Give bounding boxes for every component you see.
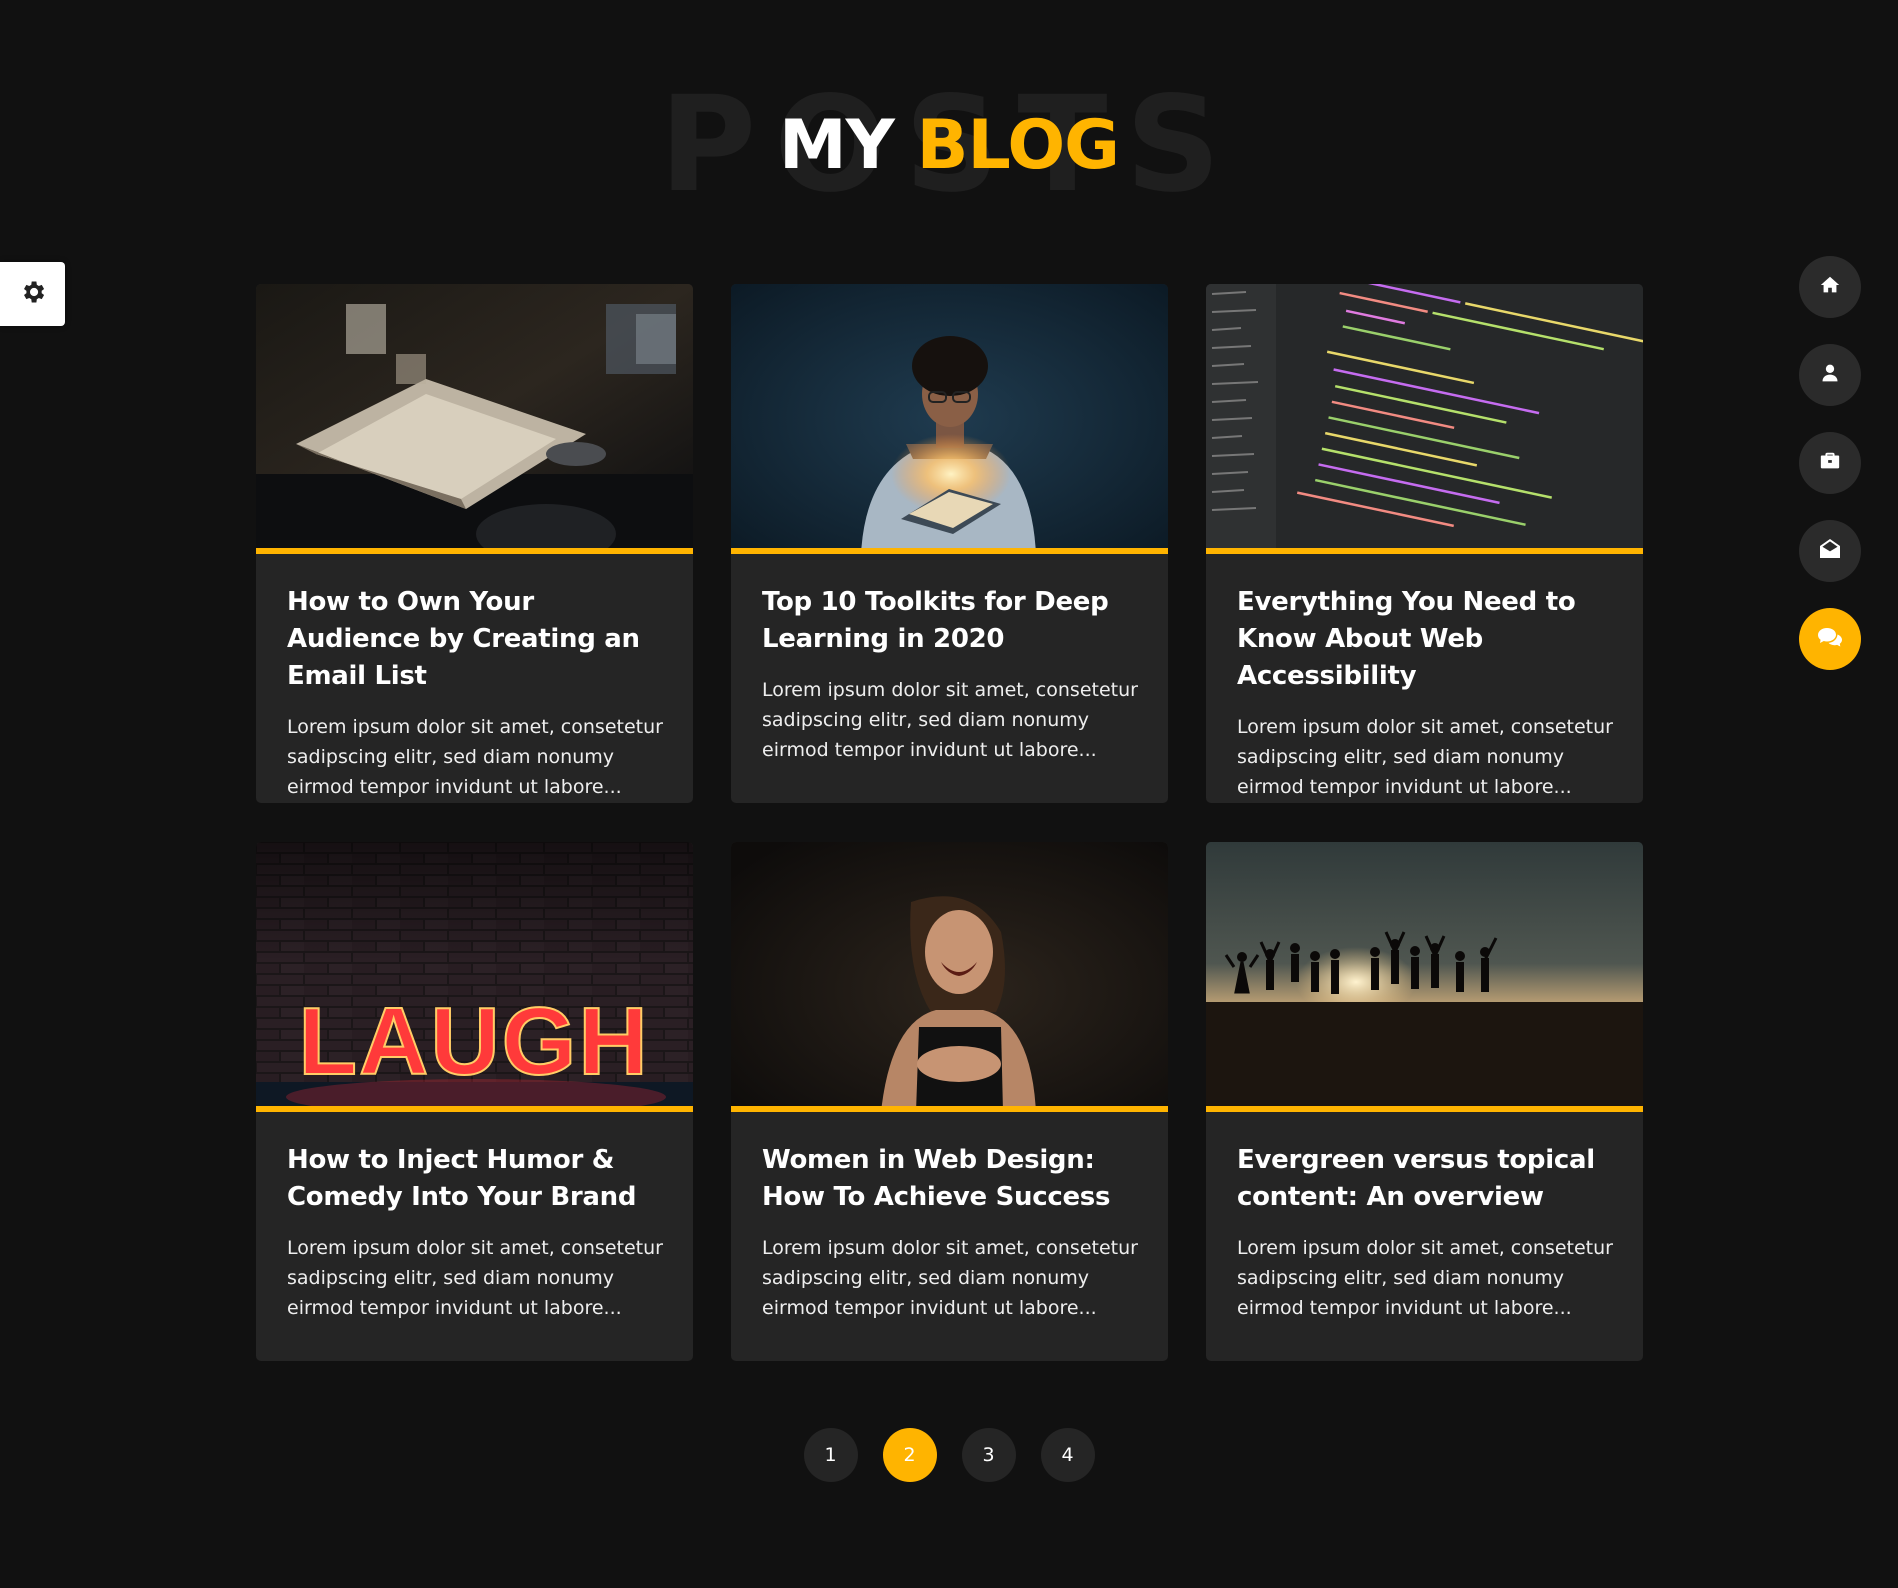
card-body: Evergreen versus topical content: An ove… (1206, 1112, 1643, 1323)
title-part-my: MY (779, 106, 895, 185)
comments-icon (1817, 625, 1843, 653)
envelope-open-icon (1818, 537, 1842, 565)
nav-home-button[interactable] (1799, 256, 1861, 318)
page-link-1[interactable]: 1 (803, 1428, 858, 1482)
post-title[interactable]: Evergreen versus topical content: An ove… (1237, 1142, 1613, 1216)
post-image-desk-notebook[interactable] (256, 284, 693, 554)
title-part-blog: BLOG (916, 106, 1120, 185)
page-header: POSTS MY BLOG (0, 79, 1898, 211)
briefcase-icon (1818, 450, 1842, 476)
nav-blog-button[interactable] (1799, 608, 1861, 670)
card-body: Women in Web Design: How To Achieve Succ… (731, 1112, 1168, 1323)
blog-grid: How to Own Your Audience by Creating an … (256, 284, 1643, 1361)
post-excerpt: Lorem ipsum dolor sit amet, consetetur s… (1237, 1237, 1613, 1319)
page-link-4[interactable]: 4 (1040, 1428, 1095, 1482)
blog-card[interactable]: How to Own Your Audience by Creating an … (256, 284, 693, 803)
settings-button[interactable] (0, 262, 65, 326)
post-excerpt: Lorem ipsum dolor sit amet, consetetur s… (762, 1237, 1138, 1319)
side-navigation (1799, 256, 1861, 696)
blog-card[interactable]: Women in Web Design: How To Achieve Succ… (731, 842, 1168, 1361)
card-body: How to Own Your Audience by Creating an … (256, 554, 693, 802)
pagination: 1 2 3 4 (0, 1428, 1898, 1482)
post-image-sunset-jumping[interactable] (1206, 842, 1643, 1112)
post-image-laugh-neon[interactable]: LAUGH (256, 842, 693, 1112)
post-title[interactable]: How to Inject Humor & Comedy Into Your B… (287, 1142, 663, 1216)
card-body: Top 10 Toolkits for Deep Learning in 202… (731, 554, 1168, 765)
nav-about-button[interactable] (1799, 344, 1861, 406)
home-icon (1819, 274, 1841, 300)
nav-contact-button[interactable] (1799, 520, 1861, 582)
post-excerpt: Lorem ipsum dolor sit amet, consetetur s… (287, 1237, 663, 1319)
page-title: MY BLOG (0, 106, 1898, 186)
post-title[interactable]: Top 10 Toolkits for Deep Learning in 202… (762, 584, 1138, 658)
post-image-laughing-woman[interactable] (731, 842, 1168, 1112)
page-link-2-current[interactable]: 2 (882, 1428, 937, 1482)
post-excerpt: Lorem ipsum dolor sit amet, consetetur s… (1237, 716, 1613, 798)
blog-card[interactable]: Everything You Need to Know About Web Ac… (1206, 284, 1643, 803)
blog-card[interactable]: LAUGH How to Inject Humor & Comedy Into … (256, 842, 693, 1361)
user-icon (1820, 362, 1840, 388)
page-link-3[interactable]: 3 (961, 1428, 1016, 1482)
post-excerpt: Lorem ipsum dolor sit amet, consetetur s… (762, 679, 1138, 761)
gear-icon (19, 278, 47, 310)
laugh-neon-sign: LAUGH (298, 988, 649, 1095)
post-image-reading-man[interactable] (731, 284, 1168, 554)
blog-card[interactable]: Top 10 Toolkits for Deep Learning in 202… (731, 284, 1168, 803)
post-title[interactable]: Women in Web Design: How To Achieve Succ… (762, 1142, 1138, 1216)
blog-card[interactable]: Evergreen versus topical content: An ove… (1206, 842, 1643, 1361)
nav-portfolio-button[interactable] (1799, 432, 1861, 494)
post-excerpt: Lorem ipsum dolor sit amet, consetetur s… (287, 716, 663, 798)
post-title[interactable]: How to Own Your Audience by Creating an … (287, 584, 663, 695)
card-body: How to Inject Humor & Comedy Into Your B… (256, 1112, 693, 1323)
card-body: Everything You Need to Know About Web Ac… (1206, 554, 1643, 802)
post-title[interactable]: Everything You Need to Know About Web Ac… (1237, 584, 1613, 695)
post-image-code-editor[interactable] (1206, 284, 1643, 554)
